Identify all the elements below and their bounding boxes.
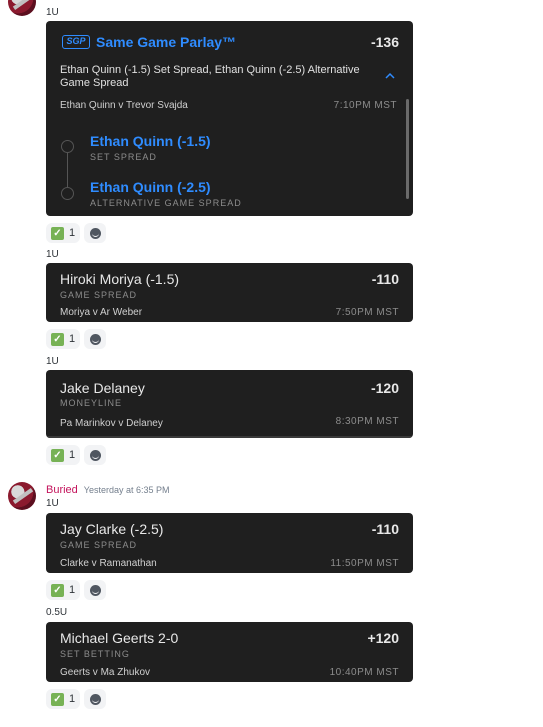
bet-card[interactable]: Jay Clarke (-2.5) -110 GAME SPREAD Clark… [46, 513, 413, 573]
bet-event: Moriya v Ar Weber [60, 307, 143, 318]
check-mark-icon: ✓ [51, 448, 64, 462]
reactions: ✓ 1 [46, 580, 107, 600]
bet-card[interactable]: Hiroki Moriya (-1.5) -110 GAME SPREAD Mo… [46, 263, 413, 322]
parlay-time: 7:10PM MST [333, 100, 397, 111]
bet-event: Pa Marinkov v Delaney [60, 418, 163, 429]
check-mark-icon: ✓ [51, 692, 64, 706]
check-reaction[interactable]: ✓ 1 [46, 329, 81, 349]
leg-type: ALTERNATIVE GAME SPREAD [90, 198, 242, 208]
add-reaction-button[interactable] [84, 689, 107, 709]
reactions: ✓ 1 [46, 689, 107, 709]
leg-type: SET SPREAD [90, 152, 157, 162]
units-label: 1U [46, 249, 59, 260]
reaction-count: 1 [69, 693, 76, 705]
reactions: ✓ 1 [46, 445, 107, 465]
bet-card[interactable]: Jake Delaney -120 MONEYLINE Pa Marinkov … [46, 370, 413, 438]
scrollbar[interactable] [406, 99, 409, 199]
bet-time: 8:30PM MST [335, 416, 399, 427]
reaction-count: 1 [69, 227, 76, 239]
units-label: 1U [46, 498, 59, 509]
add-reaction-button[interactable] [84, 445, 107, 465]
chevron-up-icon[interactable] [385, 71, 395, 81]
bet-odds: -120 [370, 380, 399, 396]
bet-event: Geerts v Ma Zhukov [60, 667, 151, 678]
smiley-icon [89, 584, 101, 596]
smiley-icon [89, 333, 101, 345]
reactions: ✓ 1 [46, 329, 107, 349]
bet-event: Clarke v Ramanathan [60, 558, 157, 569]
bet-time: 7:50PM MST [335, 307, 399, 318]
check-mark-icon: ✓ [51, 226, 64, 240]
bet-time: 10:40PM MST [329, 667, 399, 678]
parlay-card[interactable]: SGP Same Game Parlay™ -136 Ethan Quinn (… [46, 21, 413, 216]
bet-title: Michael Geerts 2-0 [60, 630, 179, 646]
bet-odds: -110 [371, 521, 399, 537]
bet-odds: +120 [367, 630, 399, 646]
bet-title: Jake Delaney [60, 380, 145, 396]
smiley-icon [89, 227, 101, 239]
timestamp: Yesterday at 6:35 PM [83, 485, 170, 495]
parlay-odds: -136 [370, 34, 399, 50]
check-mark-icon: ✓ [51, 332, 64, 346]
reaction-count: 1 [69, 449, 76, 461]
leg-marker [61, 140, 74, 153]
user-avatar[interactable] [8, 0, 36, 16]
bet-title: Hiroki Moriya (-1.5) [60, 271, 180, 287]
leg-marker [61, 187, 74, 200]
units-label: 0.5U [46, 607, 68, 618]
check-reaction[interactable]: ✓ 1 [46, 689, 81, 709]
reaction-count: 1 [69, 584, 76, 596]
bet-odds: -110 [371, 271, 399, 287]
parlay-title: Same Game Parlay™ [96, 34, 237, 50]
bet-time: 11:50PM MST [330, 558, 399, 569]
add-reaction-button[interactable] [84, 223, 107, 243]
username[interactable]: Buried [46, 484, 78, 496]
bet-title: Jay Clarke (-2.5) [60, 521, 164, 537]
bet-type: MONEYLINE [60, 398, 123, 408]
check-reaction[interactable]: ✓ 1 [46, 580, 81, 600]
card-divider [46, 436, 413, 438]
bet-type: GAME SPREAD [60, 290, 138, 300]
bet-type: SET BETTING [60, 649, 130, 659]
leg-name: Ethan Quinn (-2.5) [90, 179, 211, 195]
units-label: 1U [46, 356, 59, 367]
parlay-event: Ethan Quinn v Trevor Svajda [60, 100, 188, 111]
units-label: 1U [46, 7, 59, 18]
smiley-icon [89, 693, 101, 705]
bet-card[interactable]: Michael Geerts 2-0 +120 SET BETTING Geer… [46, 622, 413, 682]
sgp-badge: SGP [62, 35, 90, 49]
user-avatar[interactable] [8, 482, 36, 510]
smiley-icon [89, 449, 101, 461]
leg-name: Ethan Quinn (-1.5) [90, 133, 211, 149]
bet-type: GAME SPREAD [60, 540, 138, 550]
check-reaction[interactable]: ✓ 1 [46, 445, 81, 465]
check-mark-icon: ✓ [51, 583, 64, 597]
reactions: ✓ 1 [46, 223, 107, 243]
parlay-description: Ethan Quinn (-1.5) Set Spread, Ethan Qui… [60, 64, 360, 89]
message-header: Buried Yesterday at 6:35 PM [46, 484, 170, 496]
reaction-count: 1 [69, 333, 76, 345]
add-reaction-button[interactable] [84, 329, 107, 349]
check-reaction[interactable]: ✓ 1 [46, 223, 81, 243]
add-reaction-button[interactable] [84, 580, 107, 600]
